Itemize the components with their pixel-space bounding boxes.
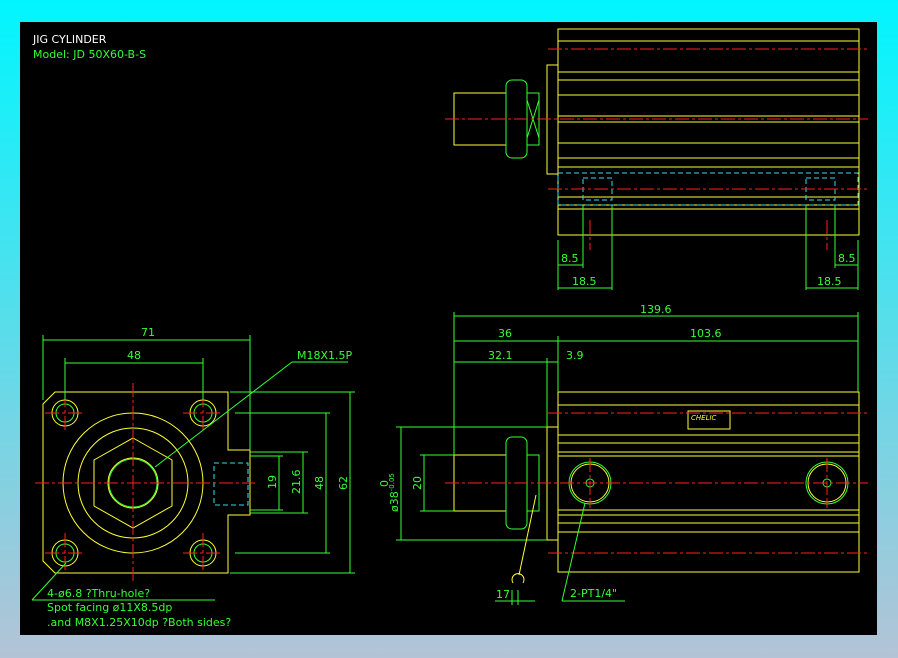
port-label: 2-PT1/4" <box>570 587 617 600</box>
dim-71: 71 <box>141 326 155 339</box>
brand-label: CHELIC <box>691 414 717 422</box>
dim-48-width: 48 <box>127 349 141 362</box>
dim-139-6: 139.6 <box>640 303 672 316</box>
dim-18-5-right: 18.5 <box>817 275 842 288</box>
dim-20: 20 <box>411 476 424 490</box>
dim-21-6: 21.6 <box>290 470 303 495</box>
model-label: Model: JD 50X60-B-S <box>33 48 146 61</box>
dim-19: 19 <box>266 475 279 489</box>
dim-62: 62 <box>337 476 350 490</box>
dim-8-5-right: 8.5 <box>838 252 856 265</box>
note-spot-facing: Spot facing ø11X8.5dp <box>47 601 172 614</box>
dim-3-9: 3.9 <box>566 349 584 362</box>
dim-17: 17 <box>496 588 510 601</box>
dim-18-5-left: 18.5 <box>572 275 597 288</box>
cad-drawing: JIG CYLINDER Model: JD 50X60-B-S 8.5 18.… <box>20 22 877 635</box>
drawing-title: JIG CYLINDER <box>32 33 107 46</box>
dim-bore-tol-upper: 0 <box>378 480 391 487</box>
dim-32-1: 32.1 <box>488 349 513 362</box>
thread-label: M18X1.5P <box>297 349 353 362</box>
note-thread: .and M8X1.25X10dp ?Both sides? <box>47 616 231 629</box>
dim-8-5-left: 8.5 <box>561 252 579 265</box>
dim-36: 36 <box>498 327 512 340</box>
dim-48-height: 48 <box>313 476 326 490</box>
dim-103-6: 103.6 <box>690 327 722 340</box>
note-thru-hole: 4-ø6.8 ?Thru-hole? <box>47 587 150 600</box>
